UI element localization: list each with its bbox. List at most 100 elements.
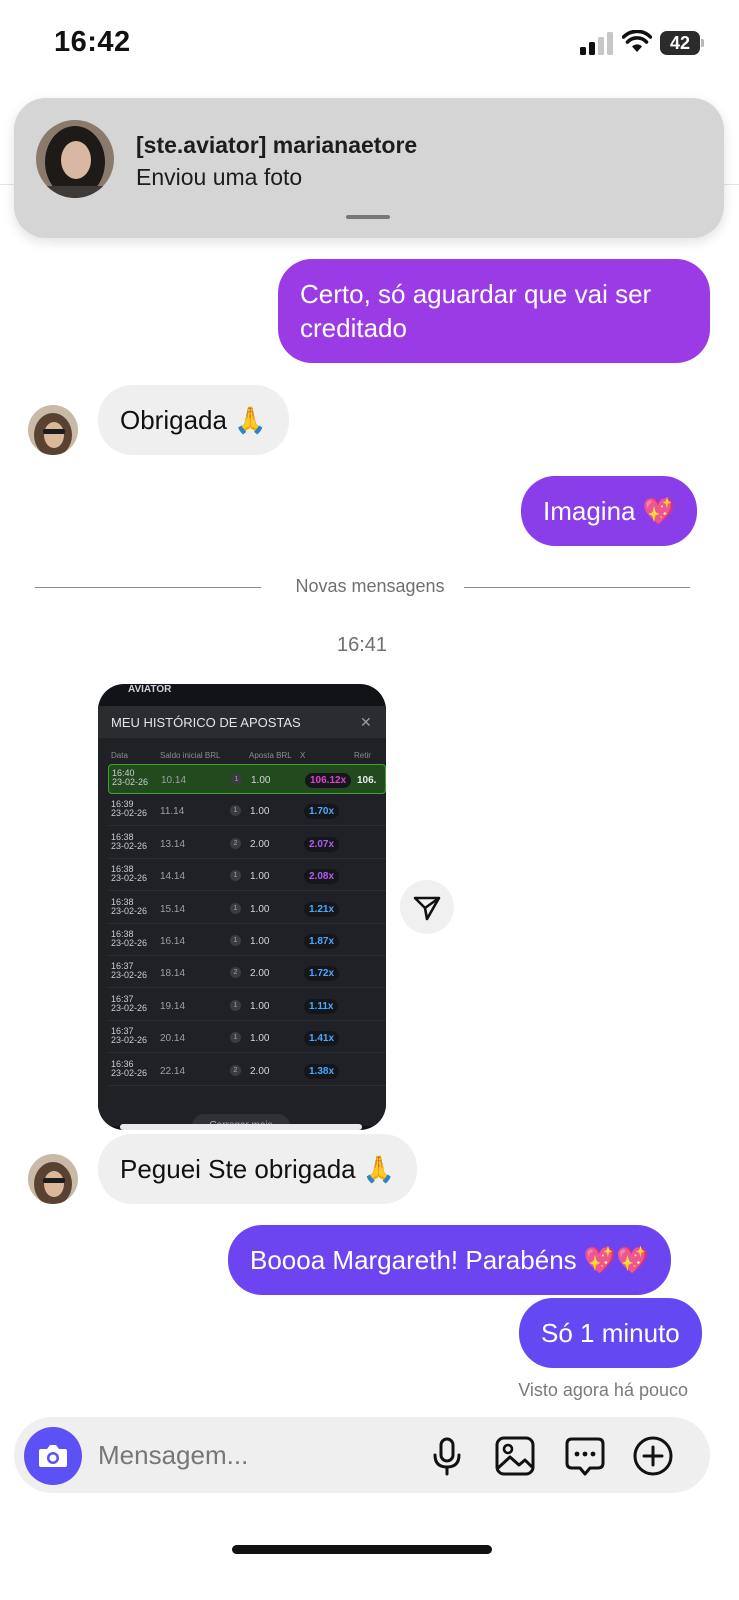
bet-balance: 13.14 [160,838,186,850]
bet-count: 1 [230,935,241,946]
message-input[interactable] [98,1437,398,1473]
bet-count: 2 [230,1064,241,1076]
shared-photo[interactable]: AVIATOR MEU HISTÓRICO DE APOSTAS ✕ Data … [98,684,386,1130]
bet-multiplier: 2.08x [304,869,340,885]
bet-amount: 2.00 [250,1065,270,1077]
bet-amount: 1.00 [250,1033,270,1045]
bet-date: 23-02-26 [112,777,149,787]
bet-history-title: MEU HISTÓRICO DE APOSTAS [111,715,301,730]
message-bubble-outgoing[interactable]: Boooa Margareth! Parabéns 💖💖 [228,1225,671,1295]
bet-date: 23-02-26 [111,840,148,851]
bet-date: 23-02-26 [111,1035,148,1046]
bet-count: 2 [230,967,241,979]
notification-avatar [36,120,114,198]
bet-multiplier: 1.21x [304,901,340,917]
message-text: Imagina 💖 [543,496,676,526]
photo-bottom-edge [120,1124,362,1130]
contact-avatar[interactable] [28,1154,78,1204]
bet-history-row: 16:37 23-02-26 18.14 2 2.00 1.72x [108,958,386,989]
message-bubble-incoming[interactable]: Obrigada 🙏 [98,385,289,455]
message-text: Certo, só aguardar que vai ser creditado [300,279,652,343]
bet-count: 1 [231,774,242,785]
new-messages-line-right [464,587,690,588]
bet-amount: 1.00 [250,903,270,915]
bet-history-panel: MEU HISTÓRICO DE APOSTAS ✕ Data Saldo in… [98,706,386,1130]
bet-balance: 15.14 [160,903,186,915]
bet-cashout: 106. [357,775,377,786]
message-bubble-outgoing[interactable]: Só 1 minuto [519,1298,702,1368]
banner-drag-handle[interactable] [346,215,390,219]
bet-history-row: 16:38 23-02-26 16.14 1 1.00 1.87x [108,926,386,956]
bet-history-row: 16:38 23-02-26 13.14 2 2.00 2.07x [108,829,386,859]
column-header: Saldo inicial BRL [160,751,221,760]
bet-date: 23-02-26 [111,970,148,981]
close-icon: ✕ [360,714,372,730]
bet-amount: 1.00 [250,806,270,818]
bet-count: 1 [230,902,241,914]
bet-multiplier: 2.07x [304,836,340,852]
home-indicator [232,1545,492,1554]
message-composer [14,1417,710,1493]
notification-banner[interactable]: [ste.aviator] marianaetore Enviou uma fo… [14,98,724,238]
cellular-signal-icon [580,32,613,55]
column-header: Retir [354,751,371,760]
share-button[interactable] [400,880,454,934]
bet-balance: 19.14 [160,1000,186,1012]
bet-amount: 1.00 [250,1000,270,1012]
bet-count: 1 [230,1032,241,1044]
bet-multiplier: 106.12x [305,773,352,788]
message-text: Peguei Ste obrigada 🙏 [120,1154,396,1184]
column-header: Aposta BRL [249,751,292,760]
bet-count: 1 [230,870,241,882]
bet-balance: 22.14 [160,1065,186,1077]
send-icon [413,896,441,921]
bet-count: 1 [230,999,241,1011]
wifi-icon [622,30,652,52]
message-bubble-outgoing[interactable]: Imagina 💖 [521,476,698,546]
column-header: Data [111,751,128,760]
photo-app-label: AVIATOR [128,684,172,695]
sticker-icon[interactable] [564,1435,606,1477]
bet-history-row: 16:38 23-02-26 15.14 1 1.00 1.21x [108,894,386,924]
bet-amount: 1.00 [250,936,270,947]
bet-balance: 10.14 [161,775,187,786]
column-header: X [300,751,306,760]
new-messages-divider: Novas mensagens [295,576,445,596]
plus-icon[interactable] [632,1435,674,1477]
bet-amount: 1.00 [251,775,271,786]
bet-multiplier: 1.41x [304,1031,340,1047]
bet-balance: 18.14 [160,968,186,980]
bet-amount: 2.00 [250,838,270,850]
bet-count: 2 [230,837,241,849]
bet-balance: 16.14 [160,936,186,947]
bet-history-row: 16:37 23-02-26 19.14 1 1.00 1.11x [108,991,386,1021]
notification-subtitle: Enviou uma foto [136,164,303,190]
bet-multiplier: 1.11x [304,998,339,1014]
message-bubble-incoming[interactable]: Peguei Ste obrigada 🙏 [98,1134,418,1204]
new-messages-line-left [35,587,261,588]
gallery-icon[interactable] [494,1435,536,1477]
bet-multiplier: 1.72x [304,966,340,982]
notification-title: [ste.aviator] marianaetore [136,132,418,158]
bet-multiplier: 1.38x [304,1063,340,1079]
bet-count: 1 [230,805,241,817]
microphone-icon[interactable] [426,1435,468,1477]
bet-amount: 2.00 [250,968,270,980]
bet-date: 23-02-26 [111,1002,148,1013]
bet-date: 23-02-26 [111,1067,148,1078]
status-time: 16:42 [54,26,131,58]
bet-date: 23-02-26 [111,808,148,819]
message-timestamp: 16:41 [336,634,388,656]
contact-avatar[interactable] [28,405,78,455]
seen-status: Visto agora há pouco [518,1380,688,1400]
bet-balance: 14.14 [160,871,186,883]
message-text: Boooa Margareth! Parabéns 💖💖 [250,1245,649,1275]
bet-history-row: 16:38 23-02-26 14.14 1 1.00 2.08x [108,861,386,892]
message-bubble-outgoing[interactable]: Certo, só aguardar que vai ser creditado [278,259,710,363]
camera-icon [39,1445,67,1467]
camera-button[interactable] [24,1427,82,1485]
bet-multiplier: 1.87x [304,934,340,949]
bet-date: 23-02-26 [111,873,148,884]
bet-multiplier: 1.70x [304,804,340,820]
bet-history-row: 16:40 23-02-26 10.14 1 1.00 106.12x 106. [108,764,386,794]
